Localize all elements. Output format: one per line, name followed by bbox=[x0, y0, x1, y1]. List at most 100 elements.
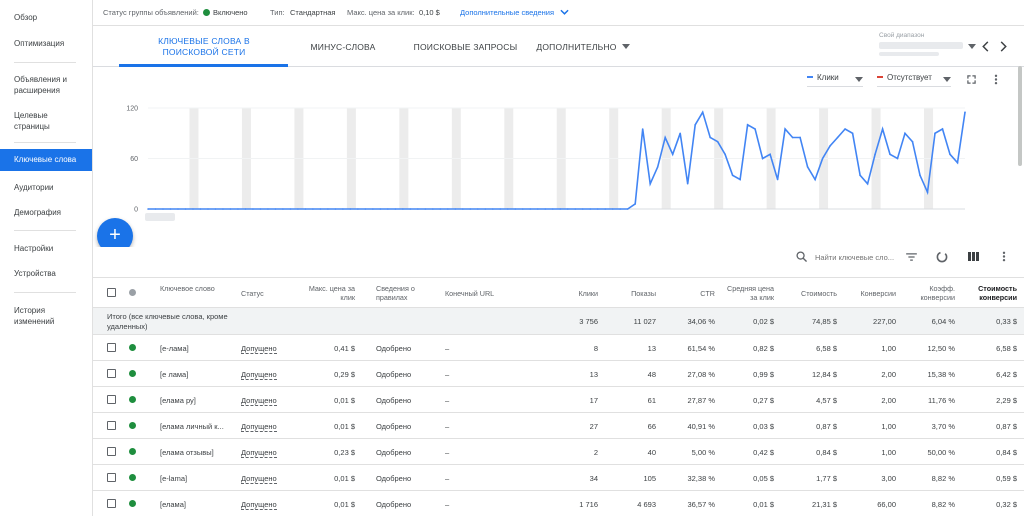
y-tick-label: 60 bbox=[130, 156, 138, 163]
cell-cost-conv: 2,29 $ bbox=[996, 396, 1017, 405]
data-point bbox=[634, 203, 637, 205]
chevron-right-icon[interactable] bbox=[999, 41, 1007, 52]
sidebar-item-ads[interactable]: Объявления и расширения bbox=[0, 74, 80, 96]
sidebar-item-audiences[interactable]: Аудитории bbox=[0, 182, 92, 193]
row-checkbox[interactable] bbox=[107, 421, 116, 430]
header-conv-rate[interactable]: Коэфф. конверсии bbox=[903, 284, 955, 302]
header-conversions[interactable]: Конверсии bbox=[843, 289, 896, 298]
more-vert-icon[interactable] bbox=[1002, 251, 1006, 262]
cell-status[interactable]: Допущено bbox=[241, 448, 277, 458]
total-cost-per-conv: 0,33 $ bbox=[996, 317, 1017, 326]
sidebar-item-keywords[interactable]: Ключевые слова bbox=[0, 149, 92, 171]
search-keywords-input[interactable] bbox=[815, 251, 897, 263]
header-rules[interactable]: Сведения о правилах bbox=[376, 284, 432, 302]
header-cost-per-conv[interactable]: Стоимость конверсии bbox=[961, 284, 1017, 302]
cell-status[interactable]: Допущено bbox=[241, 344, 277, 354]
cell-status[interactable]: Допущено bbox=[241, 396, 277, 406]
cell-conv-rate: 15,38 % bbox=[927, 370, 955, 379]
cell-status[interactable]: Допущено bbox=[241, 474, 277, 484]
chevron-left-icon[interactable] bbox=[982, 41, 990, 52]
cell-conv-rate: 11,76 % bbox=[928, 396, 955, 405]
table-row[interactable]: [e-lama] Допущено 0,01 $ Одобрено – 34 105 32,3… bbox=[93, 465, 1024, 491]
data-point bbox=[342, 208, 344, 210]
data-point bbox=[372, 208, 374, 210]
cell-status[interactable]: Допущено bbox=[241, 500, 277, 510]
date-range-label: Свой диапазон bbox=[879, 32, 925, 39]
data-point bbox=[604, 208, 607, 210]
table-row[interactable]: [е-лама] Допущено 0,41 $ Одобрено – 8 13 61,54 … bbox=[93, 335, 1024, 361]
group-status[interactable]: Включено bbox=[203, 8, 248, 17]
header-cost[interactable]: Стоимость bbox=[783, 289, 837, 298]
cell-cost: 21,31 $ bbox=[811, 500, 837, 509]
cell-avg-cpc: 0,03 $ bbox=[753, 422, 774, 431]
search-icon[interactable] bbox=[796, 251, 807, 262]
table-row[interactable]: [е лама] Допущено 0,29 $ Одобрено – 13 48 27,08… bbox=[93, 361, 1024, 387]
enabled-status-icon bbox=[129, 500, 136, 507]
data-point bbox=[791, 136, 794, 139]
sidebar-item-optimization[interactable]: Оптимизация bbox=[0, 38, 92, 49]
header-final-url[interactable]: Конечный URL bbox=[445, 289, 494, 298]
header-keyword[interactable]: Ключевое слово bbox=[160, 284, 220, 293]
tab-more[interactable]: ДОПОЛНИТЕЛЬНО bbox=[533, 26, 633, 67]
cell-keyword[interactable]: [елама] bbox=[160, 500, 186, 509]
more-details-link[interactable]: Дополнительные сведения bbox=[460, 8, 569, 17]
segment-icon[interactable] bbox=[936, 251, 948, 263]
row-checkbox[interactable] bbox=[107, 395, 116, 404]
y-tick-label: 0 bbox=[134, 207, 138, 214]
tab-bar: КЛЮЧЕВЫЕ СЛОВА В ПОИСКОВОЙ СЕТИ МИНУС-СЛ… bbox=[93, 26, 1024, 67]
header-max-cpc[interactable]: Макс. цена за клик bbox=[293, 284, 355, 302]
cell-final-url: – bbox=[445, 422, 450, 431]
tab-search-terms[interactable]: ПОИСКОВЫЕ ЗАПРОСЫ bbox=[403, 26, 528, 67]
cell-status[interactable]: Допущено bbox=[241, 422, 277, 432]
filter-icon[interactable] bbox=[906, 253, 917, 261]
cell-keyword[interactable]: [елама ру] bbox=[160, 396, 196, 405]
cell-max-cpc: 0,01 $ bbox=[334, 396, 355, 405]
sidebar-item-overview[interactable]: Обзор bbox=[0, 12, 92, 23]
data-point bbox=[769, 153, 771, 156]
cell-conv: 3,00 bbox=[881, 474, 896, 483]
cell-keyword[interactable]: [е лама] bbox=[160, 370, 188, 379]
sidebar-item-demographics[interactable]: Демография bbox=[0, 207, 92, 218]
row-checkbox[interactable] bbox=[107, 499, 116, 508]
cell-conv: 2,00 bbox=[881, 396, 896, 405]
data-point bbox=[574, 208, 577, 210]
data-point bbox=[357, 208, 359, 210]
select-all-checkbox[interactable] bbox=[107, 288, 116, 297]
data-point bbox=[649, 182, 651, 185]
row-checkbox[interactable] bbox=[107, 473, 116, 482]
cell-clicks: 27 bbox=[589, 422, 598, 431]
sidebar-item-landing-pages[interactable]: Целевые страницы bbox=[0, 110, 80, 132]
header-clicks[interactable]: Клики bbox=[548, 289, 598, 298]
header-ctr[interactable]: CTR bbox=[668, 289, 715, 298]
table-row[interactable]: [елама отзывы] Допущено 0,23 $ Одобрено – 2 40… bbox=[93, 439, 1024, 465]
table-row[interactable]: [елама личный к... Допущено 0,01 $ Одобрено… bbox=[93, 413, 1024, 439]
header-impressions[interactable]: Показы bbox=[608, 289, 656, 298]
row-checkbox[interactable] bbox=[107, 369, 116, 378]
tab-search-keywords[interactable]: КЛЮЧЕВЫЕ СЛОВА В ПОИСКОВОЙ СЕТИ bbox=[129, 26, 279, 67]
data-point bbox=[394, 208, 397, 210]
cell-keyword[interactable]: [е-лама] bbox=[160, 344, 189, 353]
enabled-status-icon bbox=[129, 344, 136, 351]
cell-status[interactable]: Допущено bbox=[241, 370, 277, 380]
sidebar-item-devices[interactable]: Устройства bbox=[0, 268, 92, 279]
group-status-label: Статус группы объявлений: bbox=[103, 8, 199, 17]
columns-icon[interactable] bbox=[968, 252, 979, 261]
tab-more-label: ДОПОЛНИТЕЛЬНО bbox=[536, 41, 617, 52]
date-range-selector[interactable]: Свой диапазон bbox=[879, 32, 976, 58]
cell-impr: 105 bbox=[643, 474, 656, 483]
sidebar-item-settings[interactable]: Настройки bbox=[0, 243, 92, 254]
table-row[interactable]: [елама ру] Допущено 0,01 $ Одобрено – 17 61 27,… bbox=[93, 387, 1024, 413]
cell-conv-rate: 8,82 % bbox=[931, 474, 955, 483]
status-filter-dot bbox=[129, 289, 136, 296]
tab-negative-keywords[interactable]: МИНУС-СЛОВА bbox=[298, 26, 388, 67]
table-row[interactable]: [елама] Допущено 0,01 $ Одобрено – 1 716 4 693… bbox=[93, 491, 1024, 516]
cell-keyword[interactable]: [e-lama] bbox=[160, 474, 187, 483]
sidebar-item-change-history[interactable]: История изменений bbox=[0, 305, 80, 327]
cell-keyword[interactable]: [елама личный к... bbox=[160, 422, 224, 431]
header-status[interactable]: Статус bbox=[241, 289, 264, 298]
cell-keyword[interactable]: [елама отзывы] bbox=[160, 448, 214, 457]
row-checkbox[interactable] bbox=[107, 447, 116, 456]
row-checkbox[interactable] bbox=[107, 343, 116, 352]
scrollbar-thumb[interactable] bbox=[1018, 66, 1022, 166]
header-avg-cpc[interactable]: Средняя цена за клик bbox=[721, 284, 774, 302]
